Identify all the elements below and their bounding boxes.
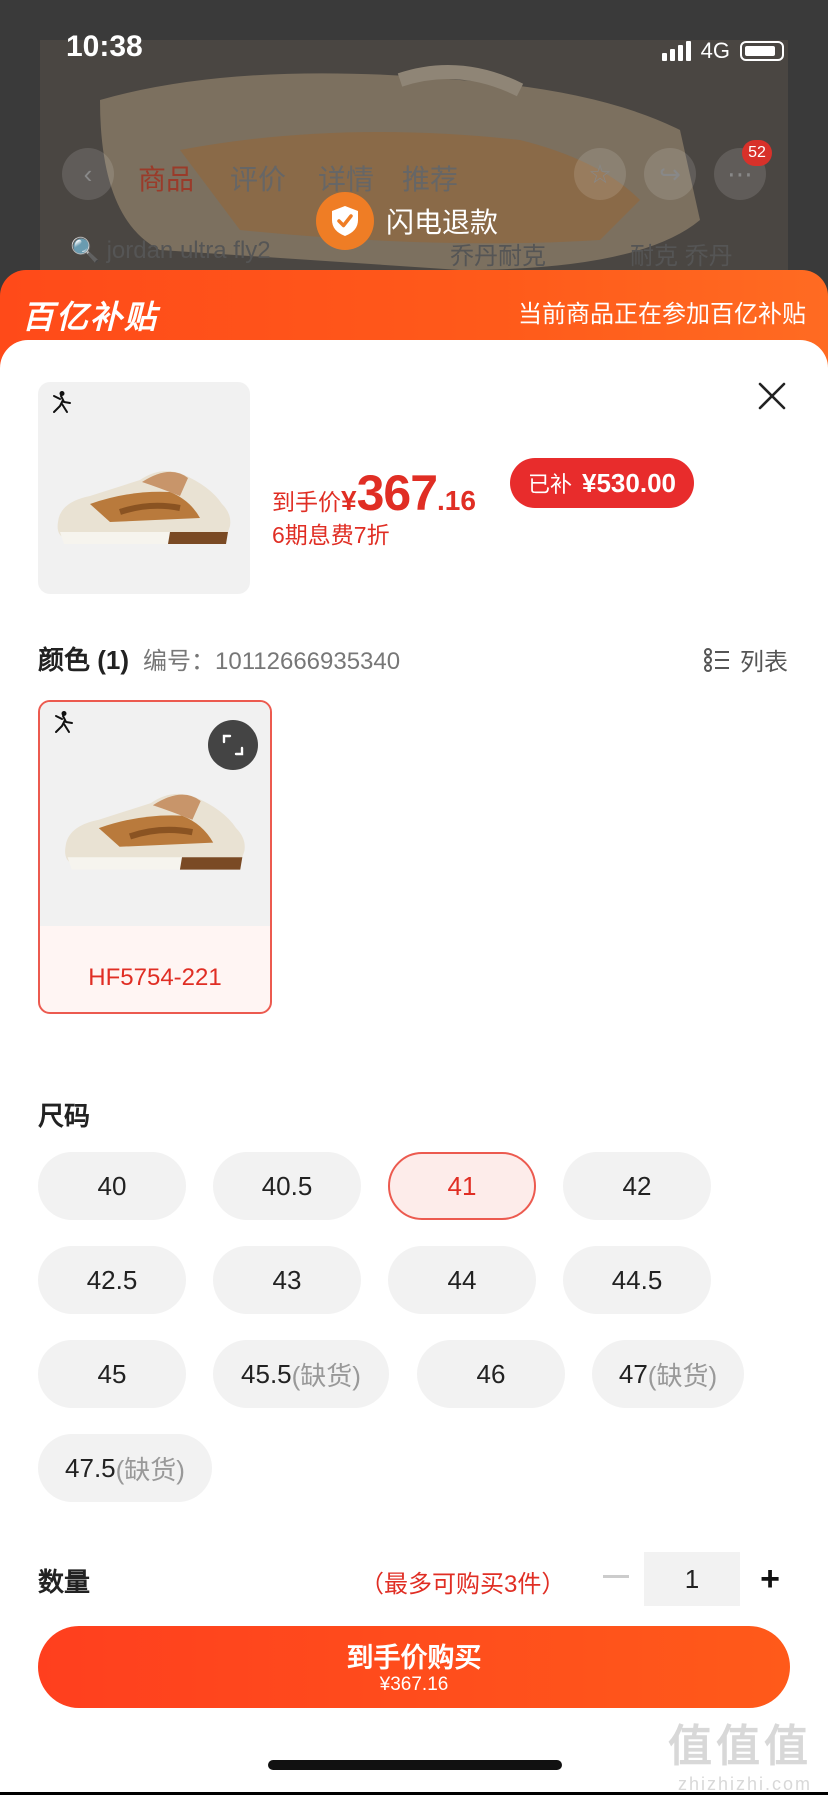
size-label: 47 <box>618 1358 648 1389</box>
subsidy-pill-label: 已补 <box>528 472 573 497</box>
background-search-tag-1: 乔丹耐克 <box>450 243 546 270</box>
final-price-decimal: .16 <box>437 485 476 516</box>
size-option-out-of-stock[interactable]: 45.5 (缺货) <box>213 1340 389 1408</box>
message-badge: 52 <box>742 140 772 166</box>
size-label: 44 <box>447 1264 477 1295</box>
back-icon[interactable]: ‹ <box>62 148 114 200</box>
size-option[interactable]: 40 <box>38 1152 186 1220</box>
jumpman-logo-icon <box>55 711 73 733</box>
buy-button-price: ¥367.16 <box>379 1674 449 1695</box>
size-label: 42.5 <box>86 1264 138 1295</box>
final-price-integer: 367 <box>356 465 438 521</box>
tab-goods[interactable]: 商品 <box>138 158 194 198</box>
size-option[interactable]: 44.5 <box>563 1246 711 1314</box>
quantity-value[interactable]: 1 <box>644 1552 740 1606</box>
quantity-title: 数量 <box>38 1567 91 1597</box>
size-option[interactable]: 40.5 <box>213 1152 361 1220</box>
size-section-title: 尺码 <box>38 1101 91 1131</box>
size-label: 45.5 <box>241 1358 292 1389</box>
product-thumbnail <box>38 382 250 594</box>
search-hint-text: jordan ultra fly2 <box>106 237 271 264</box>
color-option-label: HF5754-221 <box>88 964 222 991</box>
installment-info: 6期息费7折 <box>272 522 390 548</box>
buy-button-label: 到手价购买 <box>346 1643 482 1673</box>
sku-selector-sheet: 到手价 ¥ 367 .16 已补 ¥530.00 6期息费7折 颜色 (1) 编… <box>0 340 828 1795</box>
size-oos: (缺货) <box>291 1360 361 1391</box>
size-option-selected[interactable]: 41 <box>388 1152 536 1220</box>
battery-icon <box>740 41 784 61</box>
signal-icon <box>661 41 691 61</box>
product-code-value: 10112666935340 <box>215 648 401 675</box>
sneaker-image <box>57 471 231 544</box>
size-oos: (缺货) <box>115 1454 185 1485</box>
color-option-image <box>40 702 270 926</box>
list-view-toggle[interactable]: 列表 <box>704 642 788 677</box>
background-search-hint: 🔍 jordan ultra fly2 <box>70 237 271 264</box>
final-price-label: 到手价 <box>272 489 341 515</box>
expand-icon[interactable] <box>208 720 258 770</box>
final-price-currency: ¥ <box>341 485 357 516</box>
share-icon[interactable]: ↪ <box>644 148 696 200</box>
list-icon <box>704 647 729 672</box>
size-option-out-of-stock[interactable]: 47 (缺货) <box>592 1340 744 1408</box>
size-option[interactable]: 44 <box>388 1246 536 1314</box>
size-oos: (缺货) <box>647 1360 718 1391</box>
status-right: 4G <box>661 38 784 64</box>
watermark: 值值值 zhizhizhi.com <box>668 1710 812 1795</box>
status-time: 10:38 <box>66 30 143 63</box>
size-option[interactable]: 42.5 <box>38 1246 186 1314</box>
size-label: 45 <box>97 1358 127 1389</box>
quantity-increase-button[interactable]: + <box>752 1554 788 1604</box>
size-option[interactable]: 43 <box>213 1246 361 1314</box>
tab-reviews[interactable]: 评价 <box>230 158 286 198</box>
sneaker-image <box>65 793 245 870</box>
background-search-tag-2: 耐克 乔丹 <box>630 243 733 270</box>
product-code: 编号：10112666935340 <box>143 641 400 676</box>
watermark-logo: 值值值 <box>668 1722 812 1771</box>
subsidy-pill: 已补 ¥530.00 <box>510 458 694 508</box>
background-page: 10:38 4G ‹ 商品 评价 详情 推荐 ☆ ↪ ⋯ 52 闪电退款 🔍 j… <box>0 0 828 300</box>
product-code-label: 编号： <box>143 648 216 675</box>
size-option[interactable]: 45 <box>38 1340 186 1408</box>
close-icon[interactable] <box>756 380 788 412</box>
size-option[interactable]: 46 <box>417 1340 565 1408</box>
size-label: 44.5 <box>611 1264 663 1295</box>
toast-text: 闪电退款 <box>386 207 499 238</box>
status-bar: 10:38 4G <box>0 0 828 63</box>
shield-check-icon <box>316 192 374 250</box>
minus-icon <box>603 1575 629 1578</box>
size-label: 42 <box>622 1170 652 1201</box>
quantity-limit: （最多可购买3件） <box>360 1571 566 1598</box>
list-view-label: 列表 <box>740 649 788 676</box>
size-option-out-of-stock[interactable]: 47.5 (缺货) <box>38 1434 212 1502</box>
size-label: 40.5 <box>261 1170 313 1201</box>
color-section-title: 颜色 (1) <box>38 645 130 675</box>
jumpman-logo-icon <box>53 391 71 413</box>
size-label: 46 <box>476 1358 506 1389</box>
subsidy-logo: 百亿补贴 <box>22 299 159 335</box>
size-option[interactable]: 42 <box>563 1152 711 1220</box>
size-label: 43 <box>272 1264 302 1295</box>
buy-button[interactable]: 到手价购买 ¥367.16 <box>38 1626 790 1708</box>
color-section-header: 颜色 (1) 编号：10112666935340 <box>38 640 400 677</box>
network-label: 4G <box>700 38 730 63</box>
final-price: 到手价 ¥ 367 .16 <box>272 464 476 522</box>
size-label: 40 <box>97 1170 127 1201</box>
color-option-card[interactable]: HF5754-221 <box>38 700 272 1014</box>
home-indicator[interactable] <box>268 1760 562 1770</box>
subsidy-pill-amount: ¥530.00 <box>582 467 676 498</box>
favorite-icon[interactable]: ☆ <box>574 148 626 200</box>
subsidy-message: 当前商品正在参加百亿补贴 <box>518 301 806 328</box>
size-label: 41 <box>447 1170 477 1201</box>
quantity-decrease-button[interactable] <box>598 1552 634 1602</box>
size-label: 47.5 <box>65 1452 116 1483</box>
